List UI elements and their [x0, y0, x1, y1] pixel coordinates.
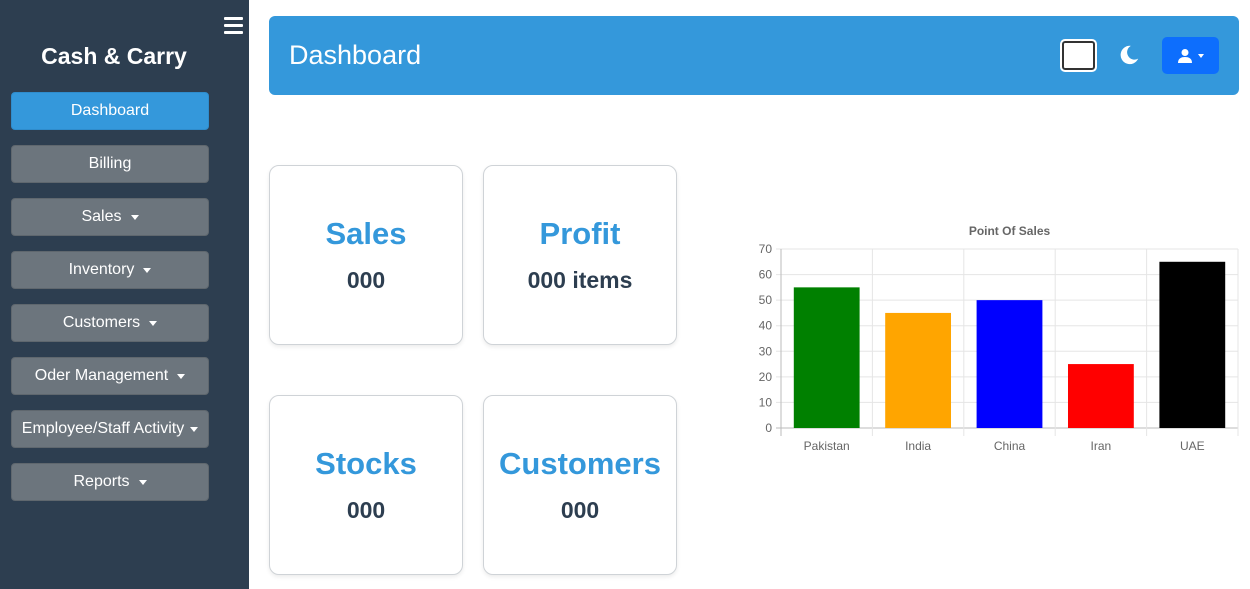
- sidebar-item-label: Dashboard: [70, 102, 150, 119]
- point-of-sales-chart: Point Of Sales 0 10 20 30 40 50 60 70 Pakistan Ind…: [745, 220, 1245, 460]
- card-title: Profit: [539, 216, 621, 251]
- page-header: Dashboard: [269, 16, 1239, 95]
- caret-down-icon: [190, 426, 199, 432]
- bar: [976, 300, 1043, 428]
- card-title: Stocks: [315, 446, 417, 481]
- sidebar-item-billing[interactable]: Billing: [11, 145, 209, 183]
- bar: [1067, 364, 1134, 428]
- sidebar: Cash & Carry Dashboard Billing Sales Inv…: [0, 0, 249, 589]
- sales-card: Sales 000: [269, 165, 463, 345]
- y-tick-label: 70: [759, 242, 773, 256]
- square-toggle-icon[interactable]: [1060, 39, 1097, 72]
- caret-down-icon: [130, 214, 139, 220]
- sidebar-item-label: Inventory: [68, 261, 135, 278]
- brand-title: Cash & Carry: [41, 43, 187, 69]
- user-menu-button[interactable]: [1162, 37, 1219, 74]
- sidebar-item-employee-staff-activity[interactable]: Employee/Staff Activity: [11, 410, 209, 448]
- y-tick-label: 20: [759, 370, 773, 384]
- stocks-card: Stocks 000: [269, 395, 463, 575]
- sidebar-item-label: Reports: [73, 473, 130, 490]
- y-tick-label: 50: [759, 293, 773, 307]
- x-tick-label: Iran: [1091, 439, 1112, 453]
- sidebar-item-dashboard[interactable]: Dashboard: [11, 92, 209, 130]
- x-tick-label: UAE: [1180, 439, 1205, 453]
- card-title: Sales: [325, 216, 407, 251]
- card-title: Customers: [499, 446, 661, 481]
- user-icon: [1178, 48, 1192, 63]
- chart-title: Point Of Sales: [969, 224, 1051, 238]
- profit-card: Profit 000 items: [483, 165, 677, 345]
- sidebar-item-sales[interactable]: Sales: [11, 198, 209, 236]
- sidebar-item-customers[interactable]: Customers: [11, 304, 209, 342]
- card-value: 000: [346, 497, 386, 523]
- y-tick-label: 30: [759, 344, 773, 358]
- card-value: 000 items: [527, 267, 633, 293]
- moon-icon[interactable]: [1118, 44, 1140, 66]
- x-tick-label: Pakistan: [804, 439, 850, 453]
- bar: [885, 312, 952, 428]
- y-tick-label: 10: [759, 395, 773, 409]
- page-title: Dashboard: [289, 40, 422, 70]
- sidebar-item-reports[interactable]: Reports: [11, 463, 209, 501]
- chart-svg: Point Of Sales 0 10 20 30 40 50 60 70 Pakistan Ind…: [759, 224, 1239, 453]
- caret-down-icon: [177, 373, 186, 379]
- sidebar-item-label: Customers: [62, 314, 141, 331]
- sidebar-item-order-management[interactable]: Oder Management: [11, 357, 209, 395]
- caret-down-icon: [143, 267, 152, 273]
- caret-down-icon: [138, 479, 147, 485]
- x-tick-label: India: [905, 439, 931, 453]
- sidebar-item-label: Oder Management: [34, 367, 169, 384]
- y-tick-label: 40: [759, 319, 773, 333]
- bar: [1159, 261, 1226, 428]
- sidebar-item-label: Billing: [88, 155, 132, 172]
- caret-down-icon: [1198, 53, 1204, 58]
- x-tick-label: China: [994, 439, 1026, 453]
- card-value: 000: [560, 497, 600, 523]
- sidebar-item-label: Employee/Staff Activity: [21, 420, 185, 437]
- y-tick-label: 60: [759, 268, 773, 282]
- customers-card: Customers 000: [483, 395, 677, 575]
- sidebar-item-inventory[interactable]: Inventory: [11, 251, 209, 289]
- bar: [793, 287, 860, 428]
- sidebar-item-label: Sales: [81, 208, 122, 225]
- caret-down-icon: [149, 320, 158, 326]
- y-tick-label: 0: [765, 421, 772, 435]
- hamburger-menu-icon[interactable]: [224, 17, 243, 34]
- card-value: 000: [346, 267, 386, 293]
